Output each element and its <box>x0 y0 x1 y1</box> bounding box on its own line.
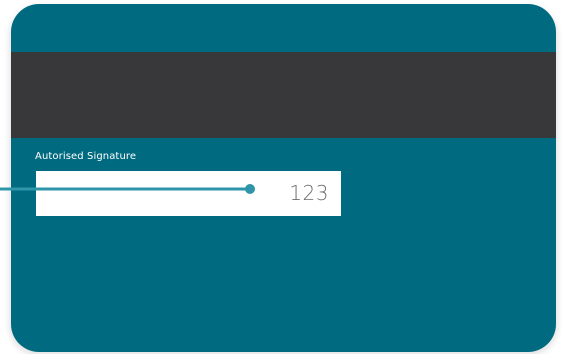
magnetic-stripe <box>11 52 556 138</box>
signature-strip: 123 <box>36 171 341 216</box>
credit-card-back: Autorised Signature 123 <box>11 4 556 352</box>
cvv-code: 123 <box>289 181 329 205</box>
stage: Autorised Signature 123 <box>0 0 562 354</box>
signature-label: Autorised Signature <box>35 151 137 162</box>
